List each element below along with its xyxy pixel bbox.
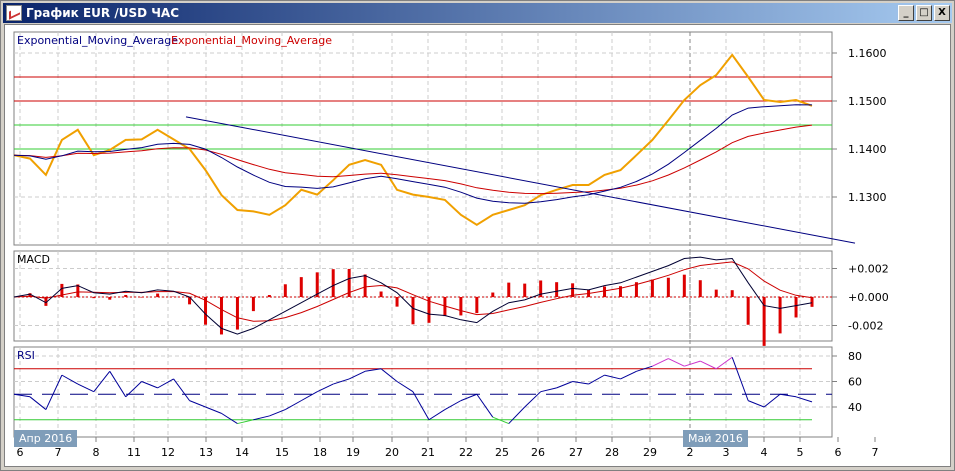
rsi-segment [141, 381, 158, 389]
rsi-segment [684, 360, 701, 367]
panel-frame-0 [13, 31, 833, 246]
month-label-may: Май 2016 [683, 430, 748, 447]
x-tick-label: 8 [93, 446, 100, 459]
legend-ema-slow: Exponential_Moving_Average [171, 34, 332, 47]
x-tick-label: 6 [17, 446, 24, 459]
x-tick-label: 28 [605, 446, 619, 459]
rsi-segment [572, 381, 589, 385]
rsi-segment [460, 393, 478, 402]
x-tick-label: 14 [235, 446, 249, 459]
trend-line [185, 116, 856, 244]
rsi-segment [668, 358, 685, 367]
y-tick-label: 1.1600 [848, 47, 887, 60]
x-tick-label: 7 [872, 446, 879, 459]
x-tick-label: 18 [313, 446, 327, 459]
x-tick-label: 12 [161, 446, 175, 459]
x-tick-label: 11 [127, 446, 141, 459]
rsi-segment [556, 381, 573, 389]
rsi-segment [109, 371, 127, 398]
x-tick-label: 13 [199, 446, 213, 459]
rsi-segment [731, 357, 749, 401]
x-tick-label: 2 [687, 446, 694, 459]
rsi-segment [412, 391, 430, 420]
x-tick-label: 27 [569, 446, 583, 459]
x-tick-label: 19 [346, 446, 360, 459]
rsi-segment [540, 387, 557, 393]
panel-frame-2 [13, 346, 833, 438]
rsi-segment [173, 378, 190, 401]
rsi-segment [715, 356, 733, 370]
rsi-segment [508, 406, 526, 424]
y-tick-label: 1.1400 [848, 143, 887, 156]
x-tick-label: 15 [275, 446, 289, 459]
x-tick-label: 25 [495, 446, 509, 459]
rsi-segment [285, 400, 302, 410]
y-tick-label: 1.1500 [848, 95, 887, 108]
rsi-segment [45, 374, 63, 410]
rsi-segment [444, 400, 462, 410]
rsi-segment [61, 374, 79, 385]
macd-label: MACD [17, 253, 50, 266]
y-tick-label: -0.002 [848, 320, 883, 333]
y-tick-label: 1.1300 [848, 191, 887, 204]
x-tick-label: 22 [459, 446, 473, 459]
rsi-segment [301, 391, 318, 402]
rsi-segment [652, 358, 669, 367]
legend-ema-fast: Exponential_Moving_Average [17, 34, 178, 47]
rsi-segment [492, 416, 509, 425]
rsi-segment [29, 396, 47, 410]
rsi-segment [588, 374, 605, 385]
rsi-segment [700, 360, 717, 370]
rsi-segment [380, 368, 398, 382]
rsi-segment [157, 378, 174, 389]
rsi-segment [747, 400, 765, 408]
price-line [13, 53, 813, 226]
rsi-label: RSI [17, 349, 35, 362]
rsi-segment [269, 409, 286, 417]
rsi-segment [189, 400, 206, 408]
y-tick-label: 40 [848, 401, 862, 414]
x-tick-label: 26 [531, 446, 545, 459]
x-tick-label: 21 [421, 446, 435, 459]
y-tick-label: +0.002 [848, 263, 889, 276]
x-tick-label: 5 [797, 446, 804, 459]
rsi-segment [396, 381, 414, 393]
rsi-segment [237, 419, 254, 425]
rsi-segment [428, 409, 446, 421]
x-tick-label: 29 [643, 446, 657, 459]
x-tick-label: 6 [835, 446, 842, 459]
y-tick-label: 80 [848, 350, 862, 363]
rsi-segment [253, 415, 270, 421]
rsi-segment [348, 370, 366, 380]
chart-canvas[interactable]: 40 60 80 -0.002 +0.000 +0.002 1.1300 1.1400 1.15… [0, 0, 955, 471]
rsi-segment [620, 370, 637, 380]
rsi-segment [763, 393, 781, 408]
rsi-segment [476, 393, 494, 418]
x-tick-label: 7 [55, 446, 62, 459]
x-tick-label: 4 [761, 446, 768, 459]
rsi-segment [795, 396, 813, 403]
month-label-apr: Апр 2016 [14, 430, 78, 447]
y-tick-label: 60 [848, 376, 862, 389]
x-tick-label: 3 [723, 446, 730, 459]
y-tick-label: +0.000 [848, 291, 889, 304]
rsi-segment [77, 383, 95, 393]
x-tick-label: 20 [385, 446, 399, 459]
rsi-segment [205, 406, 222, 414]
rsi-segment [221, 412, 238, 424]
rsi-segment [780, 393, 797, 398]
